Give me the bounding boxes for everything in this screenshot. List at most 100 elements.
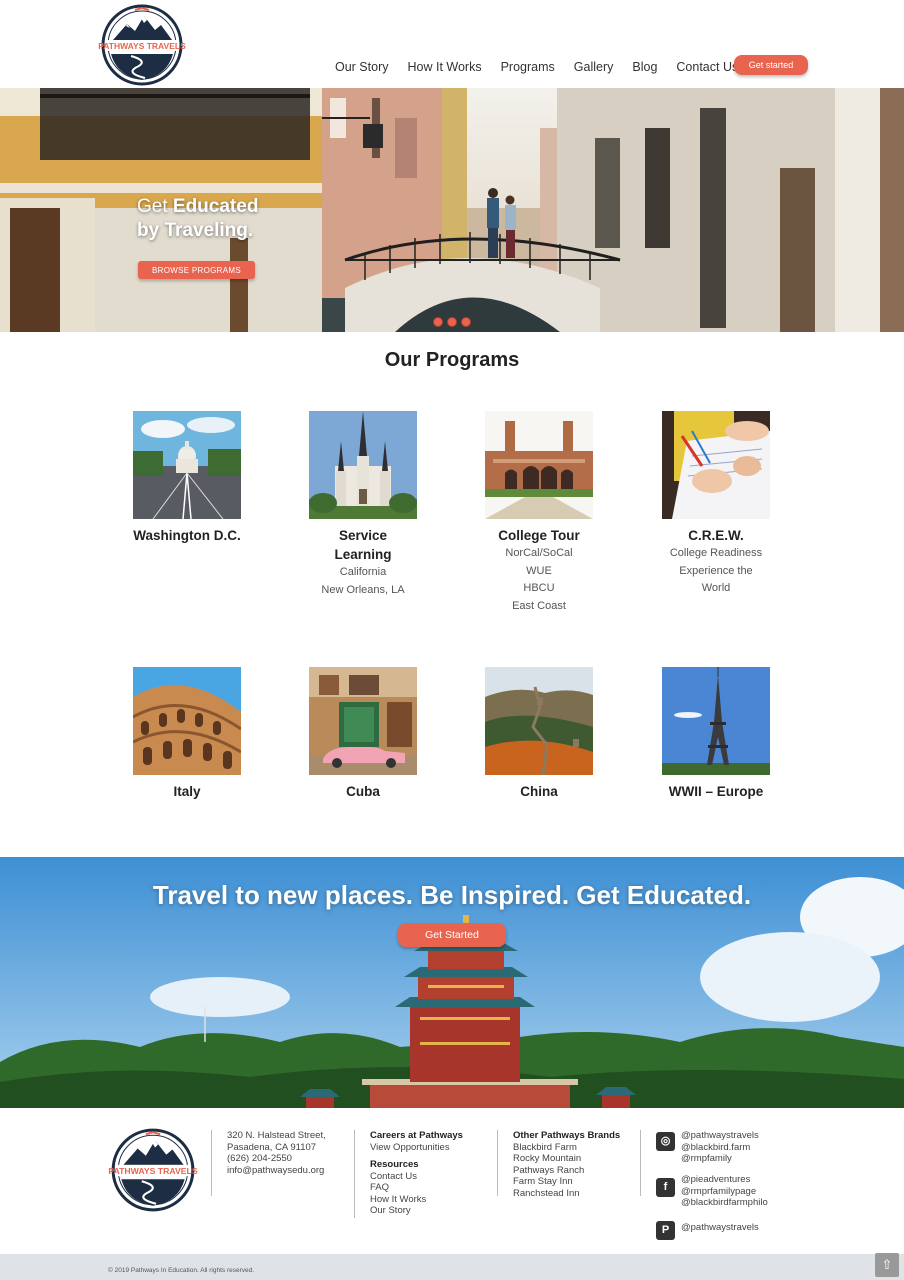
program-name[interactable]: Cuba (283, 782, 443, 801)
program-detail: NorCal/SoCal (505, 547, 573, 559)
brands-heading: Other Pathways Brands (513, 1130, 621, 1141)
nav-gallery[interactable]: Gallery (574, 60, 614, 74)
program-name[interactable]: China (459, 782, 619, 801)
program-image[interactable] (485, 667, 593, 775)
program-washington-dc[interactable]: Washington D.C. (107, 411, 267, 545)
program-detail: WUE (526, 564, 552, 577)
program-image[interactable] (662, 667, 770, 775)
footer-divider (640, 1130, 641, 1196)
program-image[interactable] (309, 411, 417, 519)
page: PATHWAYS TRAVELS Our Story How It Works … (0, 0, 904, 1280)
view-opportunities-link[interactable]: View Opportunities (370, 1142, 463, 1154)
get-started-button[interactable]: Get started (734, 55, 808, 75)
footer-logo[interactable]: PATHWAYS TRAVELS (107, 1128, 199, 1212)
slider-dot-1[interactable] (433, 317, 443, 327)
footer-link-contact-us[interactable]: Contact Us (370, 1171, 463, 1183)
address-line: 320 N. Halstead Street, (227, 1130, 326, 1141)
slider-dots (433, 317, 471, 327)
brand-link[interactable]: Pathways Ranch (513, 1165, 620, 1177)
site-footer: PATHWAYS TRAVELS 320 N. Halstead Street,… (0, 1108, 904, 1254)
browse-programs-button[interactable]: BROWSE PROGRAMS (138, 261, 255, 279)
banner-title: Travel to new places. Be Inspired. Get E… (152, 880, 752, 910)
program-image[interactable] (133, 411, 241, 519)
program-detail: College Readiness (669, 547, 763, 559)
banner-get-started-button[interactable]: Get Started (398, 923, 506, 947)
hero-slider: Get Educated by Traveling. BROWSE PROGRA… (0, 88, 904, 332)
instagram-handle[interactable]: @rmpfamily (681, 1153, 759, 1165)
footer-brands: Other Pathways Brands Blackbird Farm Roc… (513, 1130, 620, 1199)
hero-line1-pre: Get (137, 196, 173, 217)
facebook-icon[interactable]: f (656, 1178, 675, 1197)
program-name[interactable]: College Tour (459, 526, 619, 545)
footer-divider (354, 1130, 355, 1218)
program-service-learning[interactable]: Service Learning California New Orleans,… (283, 411, 443, 599)
program-name[interactable]: C.R.E.W. (636, 526, 796, 545)
program-image[interactable] (662, 411, 770, 519)
resources-heading: Resources (370, 1159, 419, 1170)
instagram-handle[interactable]: @blackbird.farm (681, 1142, 759, 1154)
program-detail: New Orleans, LA (321, 583, 405, 596)
nav-programs[interactable]: Programs (501, 60, 555, 74)
arrow-up-icon[interactable]: ⇧ (875, 1253, 899, 1277)
instagram-icon[interactable]: ◎ (656, 1132, 675, 1151)
footer-link-faq[interactable]: FAQ (370, 1182, 463, 1194)
copyright-text: © 2019 Pathways In Education. All rights… (108, 1267, 255, 1274)
footer-divider (211, 1130, 212, 1196)
program-image[interactable] (485, 411, 593, 519)
program-name[interactable]: WWII – Europe (636, 782, 796, 801)
footer-divider (497, 1130, 498, 1196)
programs-title: Our Programs (384, 349, 520, 371)
program-italy[interactable]: Italy (107, 667, 267, 801)
brand-link[interactable]: Ranchstead Inn (513, 1188, 620, 1200)
email-link[interactable]: info@pathwaysedu.org (227, 1165, 326, 1177)
brand-link[interactable]: Rocky Mountain (513, 1153, 620, 1165)
slider-dot-2[interactable] (447, 317, 457, 327)
program-college-tour[interactable]: College Tour NorCal/SoCal WUE HBCU East … (459, 411, 619, 615)
hero-image-venice (0, 88, 904, 332)
pathways-logo[interactable]: PATHWAYS TRAVELS (97, 4, 187, 86)
hero-headline: Get Educated by Traveling. (137, 195, 258, 243)
program-detail: HBCU (523, 582, 555, 594)
footer-link-our-story[interactable]: Our Story (370, 1205, 463, 1217)
program-wwii-europe[interactable]: WWII – Europe (636, 667, 796, 801)
cta-banner: Travel to new places. Be Inspired. Get E… (0, 857, 904, 1108)
instagram-group: ◎ @pathwaystravels @blackbird.farm @rmpf… (656, 1130, 759, 1165)
program-detail: Experience the (679, 564, 753, 577)
nav-how-it-works[interactable]: How It Works (408, 60, 482, 74)
pinterest-handle[interactable]: @pathwaystravels (681, 1222, 759, 1234)
nav-our-story[interactable]: Our Story (335, 60, 389, 74)
program-image[interactable] (309, 667, 417, 775)
pinterest-icon[interactable]: P (656, 1221, 675, 1240)
program-name[interactable]: Washington D.C. (107, 526, 267, 545)
main-nav: Our Story How It Works Programs Gallery … (335, 60, 757, 74)
footer-address: 320 N. Halstead Street, Pasadena, CA 911… (227, 1130, 326, 1176)
program-detail: East Coast (512, 599, 566, 612)
program-crew[interactable]: C.R.E.W. College Readiness Experience th… (636, 411, 796, 598)
hero-line1-bold: Educated (172, 196, 259, 217)
footer-link-how-it-works[interactable]: How It Works (370, 1194, 463, 1206)
program-china[interactable]: China (459, 667, 619, 801)
nav-blog[interactable]: Blog (632, 60, 657, 74)
facebook-handle[interactable]: @pieadventures (681, 1174, 768, 1186)
pinterest-group: P @pathwaystravels (656, 1221, 759, 1240)
program-detail: California (339, 566, 387, 578)
nav-contact-us[interactable]: Contact Us (676, 60, 738, 74)
footer-links: Careers at Pathways View Opportunities R… (370, 1130, 463, 1217)
program-cuba[interactable]: Cuba (283, 667, 443, 801)
brand-link[interactable]: Farm Stay Inn (513, 1176, 620, 1188)
hero-line2: by Traveling. (137, 220, 254, 241)
copyright-bar: © 2019 Pathways In Education. All rights… (0, 1254, 904, 1280)
facebook-handle[interactable]: @rmprfamilypage (681, 1186, 768, 1198)
program-name[interactable]: Service Learning (328, 526, 398, 564)
site-header: PATHWAYS TRAVELS Our Story How It Works … (0, 0, 904, 88)
brand-link[interactable]: Blackbird Farm (513, 1142, 620, 1154)
address-line: Pasadena, CA 91107 (227, 1141, 317, 1153)
facebook-handle[interactable]: @blackbirdfarmphilo (681, 1197, 768, 1209)
phone-link[interactable]: (626) 204-2550 (227, 1153, 326, 1165)
facebook-group: f @pieadventures @rmprfamilypage @blackb… (656, 1174, 768, 1209)
program-image[interactable] (133, 667, 241, 775)
slider-dot-3[interactable] (461, 317, 471, 327)
program-name[interactable]: Italy (107, 782, 267, 801)
instagram-handle[interactable]: @pathwaystravels (681, 1130, 759, 1142)
careers-heading: Careers at Pathways (370, 1130, 463, 1141)
